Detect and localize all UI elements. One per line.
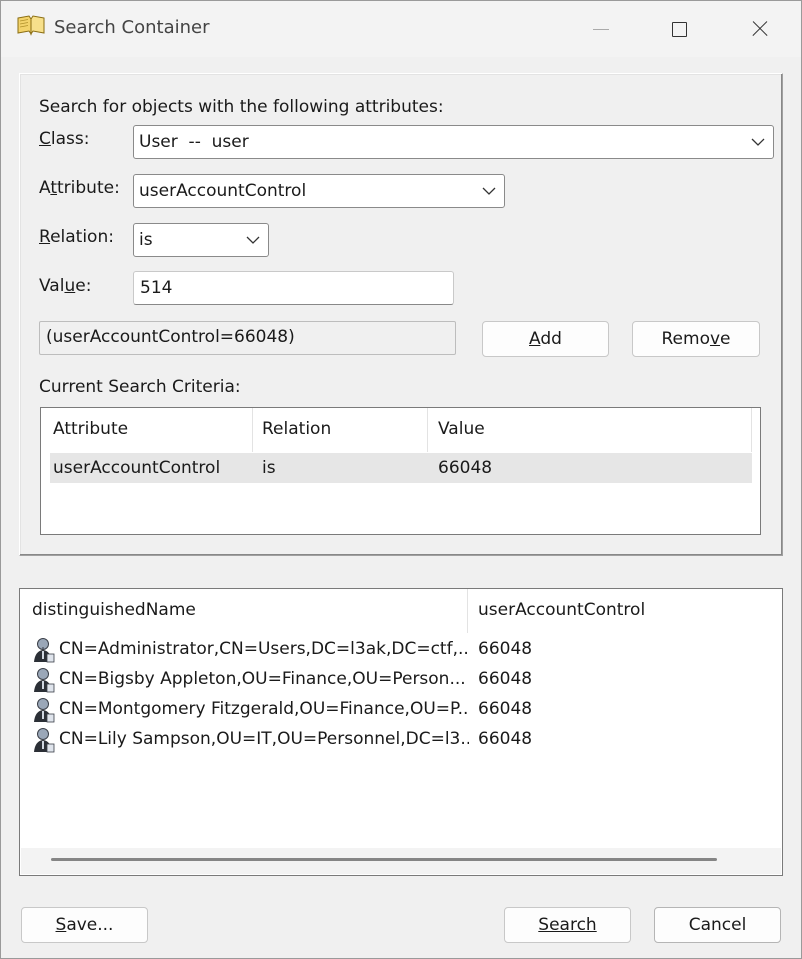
class-select[interactable]: User -- user — [133, 125, 774, 159]
column-header-value[interactable]: Value — [438, 419, 485, 439]
attribute-select[interactable]: userAccountControl — [133, 174, 505, 208]
value-label: Value: — [39, 276, 92, 296]
results-list[interactable]: distinguishedName userAccountControl CN=… — [19, 588, 783, 876]
user-icon — [34, 668, 55, 693]
horizontal-scrollbar[interactable] — [21, 848, 781, 874]
scrollbar-thumb[interactable] — [51, 858, 717, 861]
result-dn-cell: CN=Bigsby Appleton,OU=Finance,OU=Person.… — [59, 669, 466, 689]
filter-preview: (userAccountControl=66048) — [39, 321, 456, 355]
value-input[interactable]: 514 — [133, 271, 454, 305]
relation-label: Relation: — [39, 227, 114, 247]
remove-button[interactable]: Remove — [632, 321, 760, 357]
relation-select[interactable]: is — [133, 223, 269, 257]
column-header-distinguished-name[interactable]: distinguishedName — [32, 600, 196, 620]
search-container-dialog: Search Container Search for objects with… — [0, 0, 802, 959]
current-criteria-label: Current Search Criteria: — [39, 377, 241, 397]
result-uac-cell: 66048 — [478, 729, 533, 749]
value-input-text: 514 — [140, 278, 173, 298]
search-intro-label: Search for objects with the following at… — [39, 97, 444, 117]
chevron-down-icon — [750, 134, 766, 150]
relation-select-value: is — [139, 230, 153, 250]
result-dn-cell: CN=Montgomery Fitzgerald,OU=Finance,OU=P… — [59, 699, 469, 719]
result-uac-cell: 66048 — [478, 699, 533, 719]
result-dn-cell: CN=Administrator,CN=Users,DC=l3ak,DC=ctf… — [59, 639, 469, 659]
results-list-header: distinguishedName userAccountControl — [20, 589, 782, 633]
add-button[interactable]: Add — [482, 321, 609, 357]
criteria-table-header: Attribute Relation Value — [41, 408, 760, 452]
result-dn-cell: CN=Lily Sampson,OU=IT,OU=Personnel,DC=l3… — [59, 729, 469, 749]
open-book-icon — [17, 15, 45, 36]
maximize-button[interactable] — [661, 11, 697, 47]
result-uac-cell: 66048 — [478, 669, 533, 689]
class-label: Class: — [39, 129, 90, 149]
window-title: Search Container — [54, 17, 210, 38]
attribute-label: Attribute: — [39, 178, 120, 198]
criteria-attribute-cell: userAccountControl — [53, 458, 221, 478]
save-button[interactable]: Save... — [21, 907, 148, 943]
user-icon — [34, 698, 55, 723]
result-uac-cell: 66048 — [478, 639, 533, 659]
user-icon — [34, 728, 55, 753]
column-header-attribute[interactable]: Attribute — [53, 419, 128, 439]
user-icon — [34, 638, 55, 663]
list-item[interactable]: CN=Administrator,CN=Users,DC=l3ak,DC=ctf… — [32, 635, 572, 665]
chevron-down-icon — [245, 232, 261, 248]
criteria-panel: Search for objects with the following at… — [19, 73, 783, 556]
search-button[interactable]: Search — [504, 907, 631, 943]
chevron-down-icon — [481, 183, 497, 199]
title-bar[interactable]: Search Container — [1, 1, 801, 57]
column-header-relation[interactable]: Relation — [262, 419, 331, 439]
attribute-select-value: userAccountControl — [139, 181, 307, 201]
list-item[interactable]: CN=Bigsby Appleton,OU=Finance,OU=Person.… — [32, 665, 572, 695]
criteria-relation-cell: is — [262, 458, 276, 478]
class-select-value: User -- user — [139, 132, 249, 152]
criteria-value-cell: 66048 — [438, 458, 493, 478]
column-header-user-account-control[interactable]: userAccountControl — [478, 600, 645, 620]
minimize-button[interactable] — [584, 11, 620, 47]
close-button[interactable] — [742, 11, 778, 47]
criteria-table[interactable]: Attribute Relation Value userAccountCont… — [40, 407, 761, 535]
cancel-button[interactable]: Cancel — [654, 907, 781, 943]
list-item[interactable]: CN=Montgomery Fitzgerald,OU=Finance,OU=P… — [32, 695, 572, 725]
list-item[interactable]: CN=Lily Sampson,OU=IT,OU=Personnel,DC=l3… — [32, 725, 572, 755]
table-row[interactable]: userAccountControl is 66048 — [50, 453, 752, 483]
filter-preview-text: (userAccountControl=66048) — [46, 327, 295, 347]
